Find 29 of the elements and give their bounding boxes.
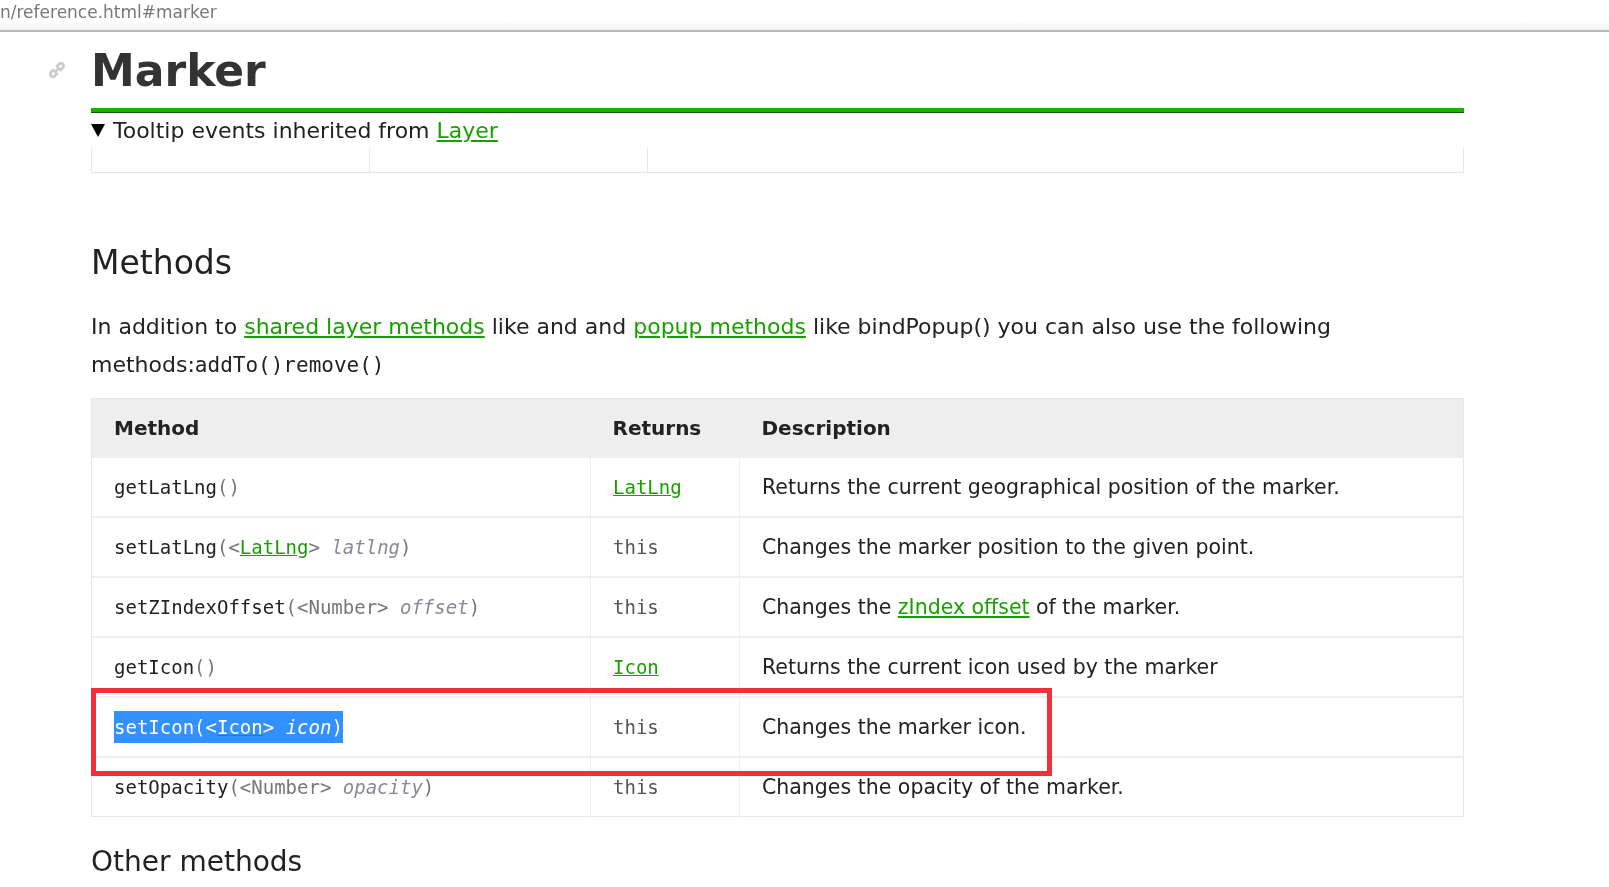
layer-link[interactable]: Layer <box>436 117 498 143</box>
type-link[interactable]: LatLng <box>613 476 682 498</box>
return-value: this <box>613 716 659 738</box>
section-summary[interactable]: Tooltip events inherited from Layer <box>113 117 498 143</box>
method-description: Changes the marker position to the given point. <box>762 535 1255 559</box>
method-description: Changes the marker icon. <box>762 715 1027 739</box>
column-header: Description <box>739 398 1464 457</box>
method-signature: getLatLng() <box>114 475 240 500</box>
type-link[interactable]: Icon <box>613 656 659 678</box>
url-text: n/reference.html#marker <box>0 2 217 22</box>
method-signature: getIcon() <box>114 655 217 680</box>
method-description: Returns the current geographical position of the marker. <box>762 475 1340 499</box>
intro-paragraph: In addition to shared layer methods like and and popup methods like bindPopup() you can also use the following methods:addTo()remove() <box>91 313 1332 379</box>
return-value: this <box>613 536 659 558</box>
column-header: Returns <box>590 398 740 457</box>
method-signature: setOpacity(<Number> opacity) <box>114 775 435 800</box>
return-value: this <box>613 776 659 798</box>
method-description: Changes the opacity of the marker. <box>762 775 1124 799</box>
section-heading: Other methods <box>91 845 304 878</box>
section-heading: Methods <box>91 243 233 282</box>
disclosure-triangle-icon[interactable] <box>91 123 105 137</box>
page-title: Marker <box>91 44 266 96</box>
method-description: Changes the zIndex offset of the marker. <box>762 595 1181 619</box>
method-signature: setLatLng(<LatLng> latlng) <box>114 535 412 560</box>
column-header: Method <box>91 398 591 457</box>
method-description: Returns the current icon used by the marker <box>762 655 1218 679</box>
return-value: this <box>613 596 659 618</box>
method-signature: setIcon(<Icon> icon) <box>114 711 343 743</box>
method-signature: setZIndexOffset(<Number> offset) <box>114 595 481 620</box>
